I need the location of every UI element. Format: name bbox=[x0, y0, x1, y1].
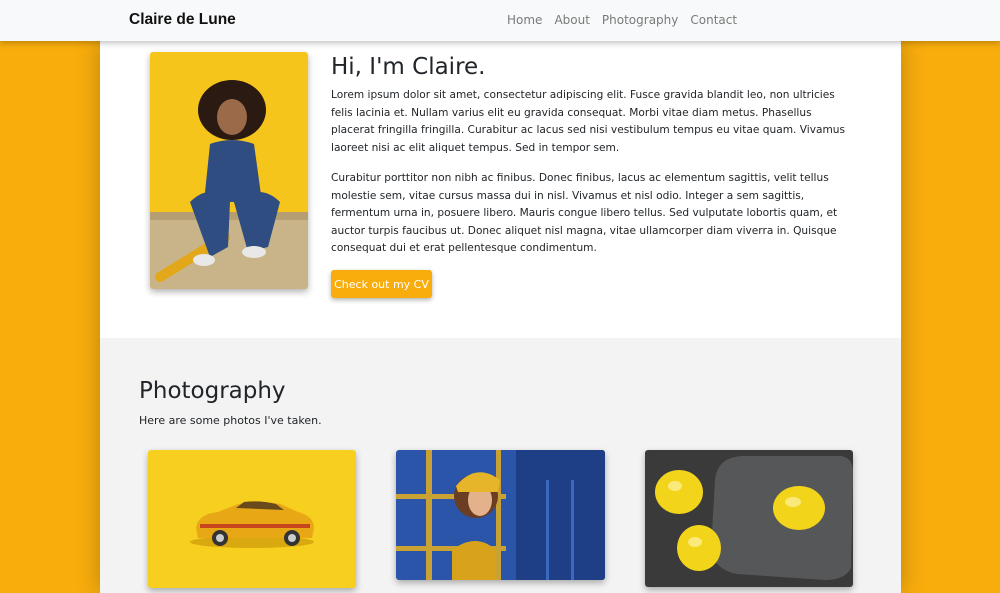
nav-link-contact[interactable]: Contact bbox=[690, 13, 737, 27]
about-heading: Hi, I'm Claire. bbox=[331, 54, 486, 80]
photo-toy-car[interactable] bbox=[148, 450, 356, 588]
nav-link-about[interactable]: About bbox=[554, 13, 589, 27]
main-content: Hi, I'm Claire. Lorem ipsum dolor sit am… bbox=[100, 41, 901, 593]
about-paragraph-2: Curabitur porttitor non nibh ac finibus.… bbox=[331, 172, 838, 255]
nav-links: Home About Photography Contact bbox=[507, 13, 737, 27]
photography-section: Photography Here are some photos I've ta… bbox=[100, 338, 901, 593]
nav-link-home[interactable]: Home bbox=[507, 13, 542, 27]
navbar: Claire de Lune Home About Photography Co… bbox=[0, 0, 1000, 41]
brand-logo[interactable]: Claire de Lune bbox=[129, 11, 236, 29]
cv-button[interactable]: Check out my CV bbox=[331, 270, 432, 298]
nav-link-photography[interactable]: Photography bbox=[602, 13, 678, 27]
photo-woman-yellow-beanie[interactable] bbox=[396, 450, 605, 580]
photo-lemons[interactable] bbox=[645, 450, 853, 587]
about-paragraph-1: Lorem ipsum dolor sit amet, consectetur … bbox=[331, 89, 846, 154]
photography-heading: Photography bbox=[139, 378, 286, 404]
about-section: Hi, I'm Claire. Lorem ipsum dolor sit am… bbox=[100, 41, 901, 338]
photography-subtitle: Here are some photos I've taken. bbox=[139, 414, 322, 427]
portrait-photo bbox=[150, 52, 308, 289]
